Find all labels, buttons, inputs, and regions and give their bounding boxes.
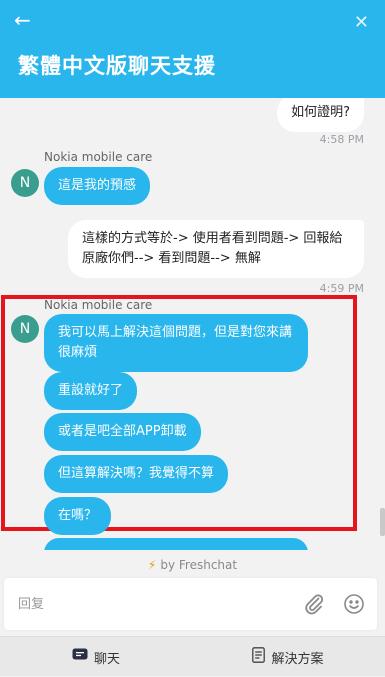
user-message: 這樣的方式等於-> 使用者看到問題-> 回報給原廠你們--> 看到問題--> 無… [68, 220, 364, 278]
tab-chat[interactable]: 聊天 [0, 637, 192, 677]
agent-message-partial [44, 538, 308, 550]
powered-by: ⚡ by Freshchat [0, 558, 385, 572]
chat-header: ← ✕ 繁體中文版聊天支援 [0, 0, 385, 98]
user-message: 如何證明? [277, 98, 364, 132]
tab-chat-label: 聊天 [93, 651, 120, 667]
tab-solutions-label: 解決方案 [271, 651, 324, 667]
chat-title: 繁體中文版聊天支援 [18, 54, 216, 78]
composer [4, 578, 377, 630]
agent-message: 重設就好了 [44, 372, 138, 410]
agent-message: 這是我的預感 [44, 167, 151, 205]
close-icon[interactable]: ✕ [354, 12, 369, 34]
sender-name: Nokia mobile care [44, 298, 153, 312]
message-timestamp: 4:59 PM [319, 282, 364, 295]
reply-input[interactable] [16, 592, 290, 616]
agent-message: 但這算解決嗎？我覺得不算 [44, 455, 229, 493]
agent-message: 我可以馬上解決這個問題，但是對您來講很麻煩 [44, 314, 308, 372]
paperclip-icon[interactable] [302, 592, 326, 616]
agent-avatar: N [11, 169, 39, 197]
agent-message: 在嗎？ [44, 497, 112, 535]
tab-solutions[interactable]: 解決方案 [192, 637, 384, 677]
smiley-icon[interactable] [343, 593, 365, 615]
agent-message: 或者是吧全部APP卸載 [44, 413, 201, 451]
bolt-icon: ⚡ [147, 558, 157, 572]
agent-avatar: N [11, 315, 39, 343]
powered-by-label: by Freshchat [160, 558, 238, 572]
bottom-tab-bar: 聊天 解決方案 [0, 636, 385, 676]
back-arrow-icon[interactable]: ← [14, 8, 31, 32]
scrollbar-thumb[interactable] [380, 508, 385, 536]
chat-icon [72, 648, 88, 666]
message-list[interactable]: 如何證明? 4:58 PM Nokia mobile care N 這是我的預感… [0, 98, 385, 550]
document-icon [252, 647, 266, 667]
message-timestamp: 4:58 PM [319, 133, 364, 146]
sender-name: Nokia mobile care [44, 150, 153, 164]
